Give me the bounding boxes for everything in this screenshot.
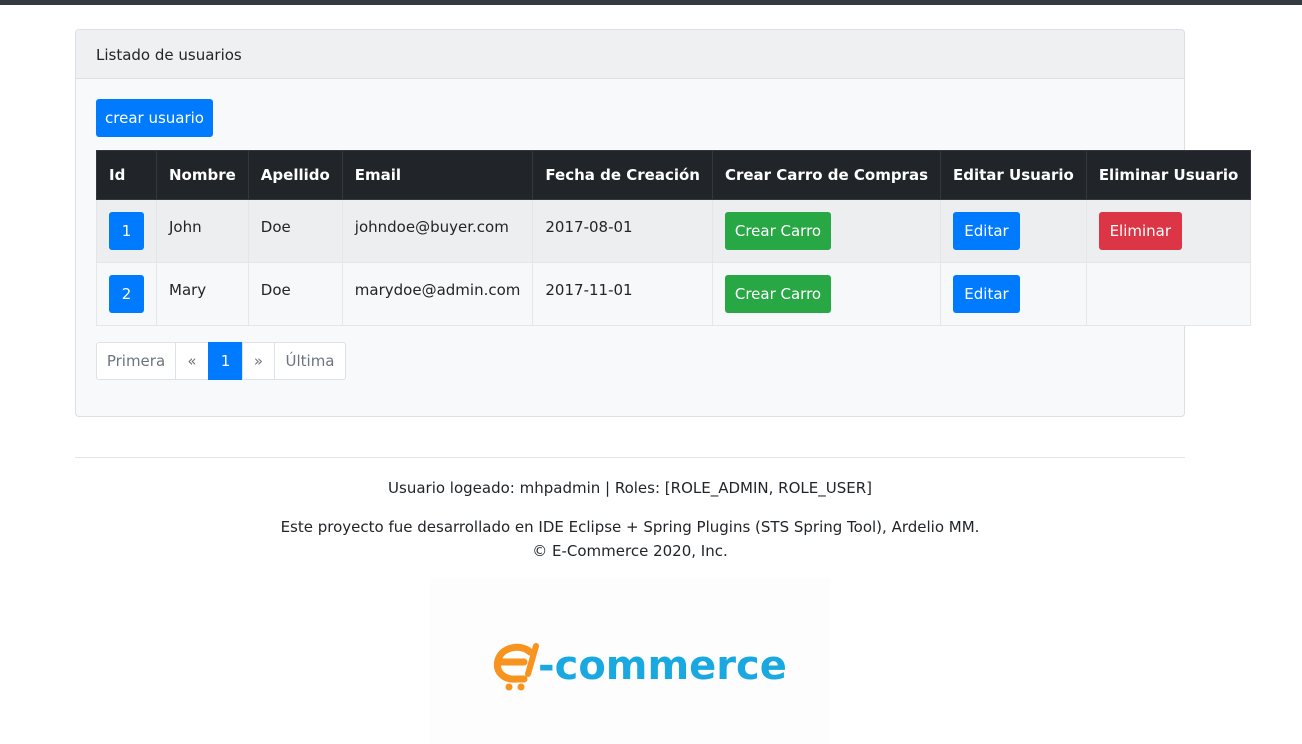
header-crear-carro: Crear Carro de Compras: [711, 150, 942, 200]
user-id-button[interactable]: 1: [109, 212, 144, 250]
email-cell: johndoe@buyer.com: [341, 199, 534, 263]
page-current-link[interactable]: 1: [208, 342, 243, 380]
header-email: Email: [341, 150, 534, 200]
logged-user-info: Usuario logeado: mhpadmin | Roles: [ROLE…: [388, 479, 872, 497]
header-fecha: Fecha de Creación: [532, 150, 713, 200]
shopping-cart-e-icon: [493, 643, 539, 691]
user-id-button[interactable]: 2: [109, 275, 144, 313]
card-title: Listado de usuarios: [76, 30, 1184, 79]
cart-cell: Crear Carro: [711, 262, 942, 326]
header-editar: Editar Usuario: [940, 150, 1087, 200]
table-row: 1 John Doe johndoe@buyer.com 2017-08-01 …: [96, 199, 1252, 263]
users-card: Listado de usuarios crear usuario Id Nom…: [75, 29, 1252, 417]
apellido-cell: Doe: [247, 262, 343, 326]
nombre-cell: Mary: [156, 262, 249, 326]
users-table: Id Nombre Apellido Email Fecha de Creaci…: [96, 150, 1252, 326]
page-last-link[interactable]: Última: [274, 342, 346, 380]
fecha-cell: 2017-11-01: [532, 262, 713, 326]
edit-cell: Editar: [940, 262, 1087, 326]
delete-cell: Eliminar: [1085, 199, 1252, 263]
logo-text: -commerce: [538, 643, 787, 689]
create-user-button[interactable]: crear usuario: [96, 99, 213, 137]
header-eliminar: Eliminar Usuario: [1085, 150, 1252, 200]
delete-user-button[interactable]: Eliminar: [1098, 212, 1182, 250]
id-cell: 2: [96, 262, 157, 326]
table-row: 2 Mary Doe marydoe@admin.com 2017-11-01 …: [96, 262, 1252, 326]
nombre-cell: John: [156, 199, 249, 263]
copyright-text: © E-Commerce 2020, Inc.: [532, 542, 728, 560]
header-id: Id: [96, 150, 157, 200]
edit-user-button[interactable]: Editar: [953, 212, 1021, 250]
cart-cell: Crear Carro: [711, 199, 942, 263]
create-cart-button[interactable]: Crear Carro: [724, 275, 831, 313]
header-nombre: Nombre: [156, 150, 249, 200]
create-cart-button[interactable]: Crear Carro: [724, 212, 831, 250]
header-apellido: Apellido: [247, 150, 343, 200]
table-header-row: Id Nombre Apellido Email Fecha de Creaci…: [96, 150, 1252, 200]
ecommerce-logo: -commerce: [430, 578, 830, 744]
page-next-link[interactable]: »: [242, 342, 275, 380]
email-cell: marydoe@admin.com: [341, 262, 534, 326]
edit-user-button[interactable]: Editar: [953, 275, 1021, 313]
apellido-cell: Doe: [247, 199, 343, 263]
id-cell: 1: [96, 199, 157, 263]
credits-text: Este proyecto fue desarrollado en IDE Ec…: [280, 518, 980, 536]
page-first-link[interactable]: Primera: [96, 342, 176, 380]
page-prev-link[interactable]: «: [175, 342, 209, 380]
delete-cell-empty: [1085, 262, 1252, 326]
top-bar: [0, 0, 1302, 5]
pagination: Primera « 1 » Última: [96, 342, 346, 380]
footer-divider: [75, 457, 1185, 458]
edit-cell: Editar: [940, 199, 1087, 263]
fecha-cell: 2017-08-01: [532, 199, 713, 263]
